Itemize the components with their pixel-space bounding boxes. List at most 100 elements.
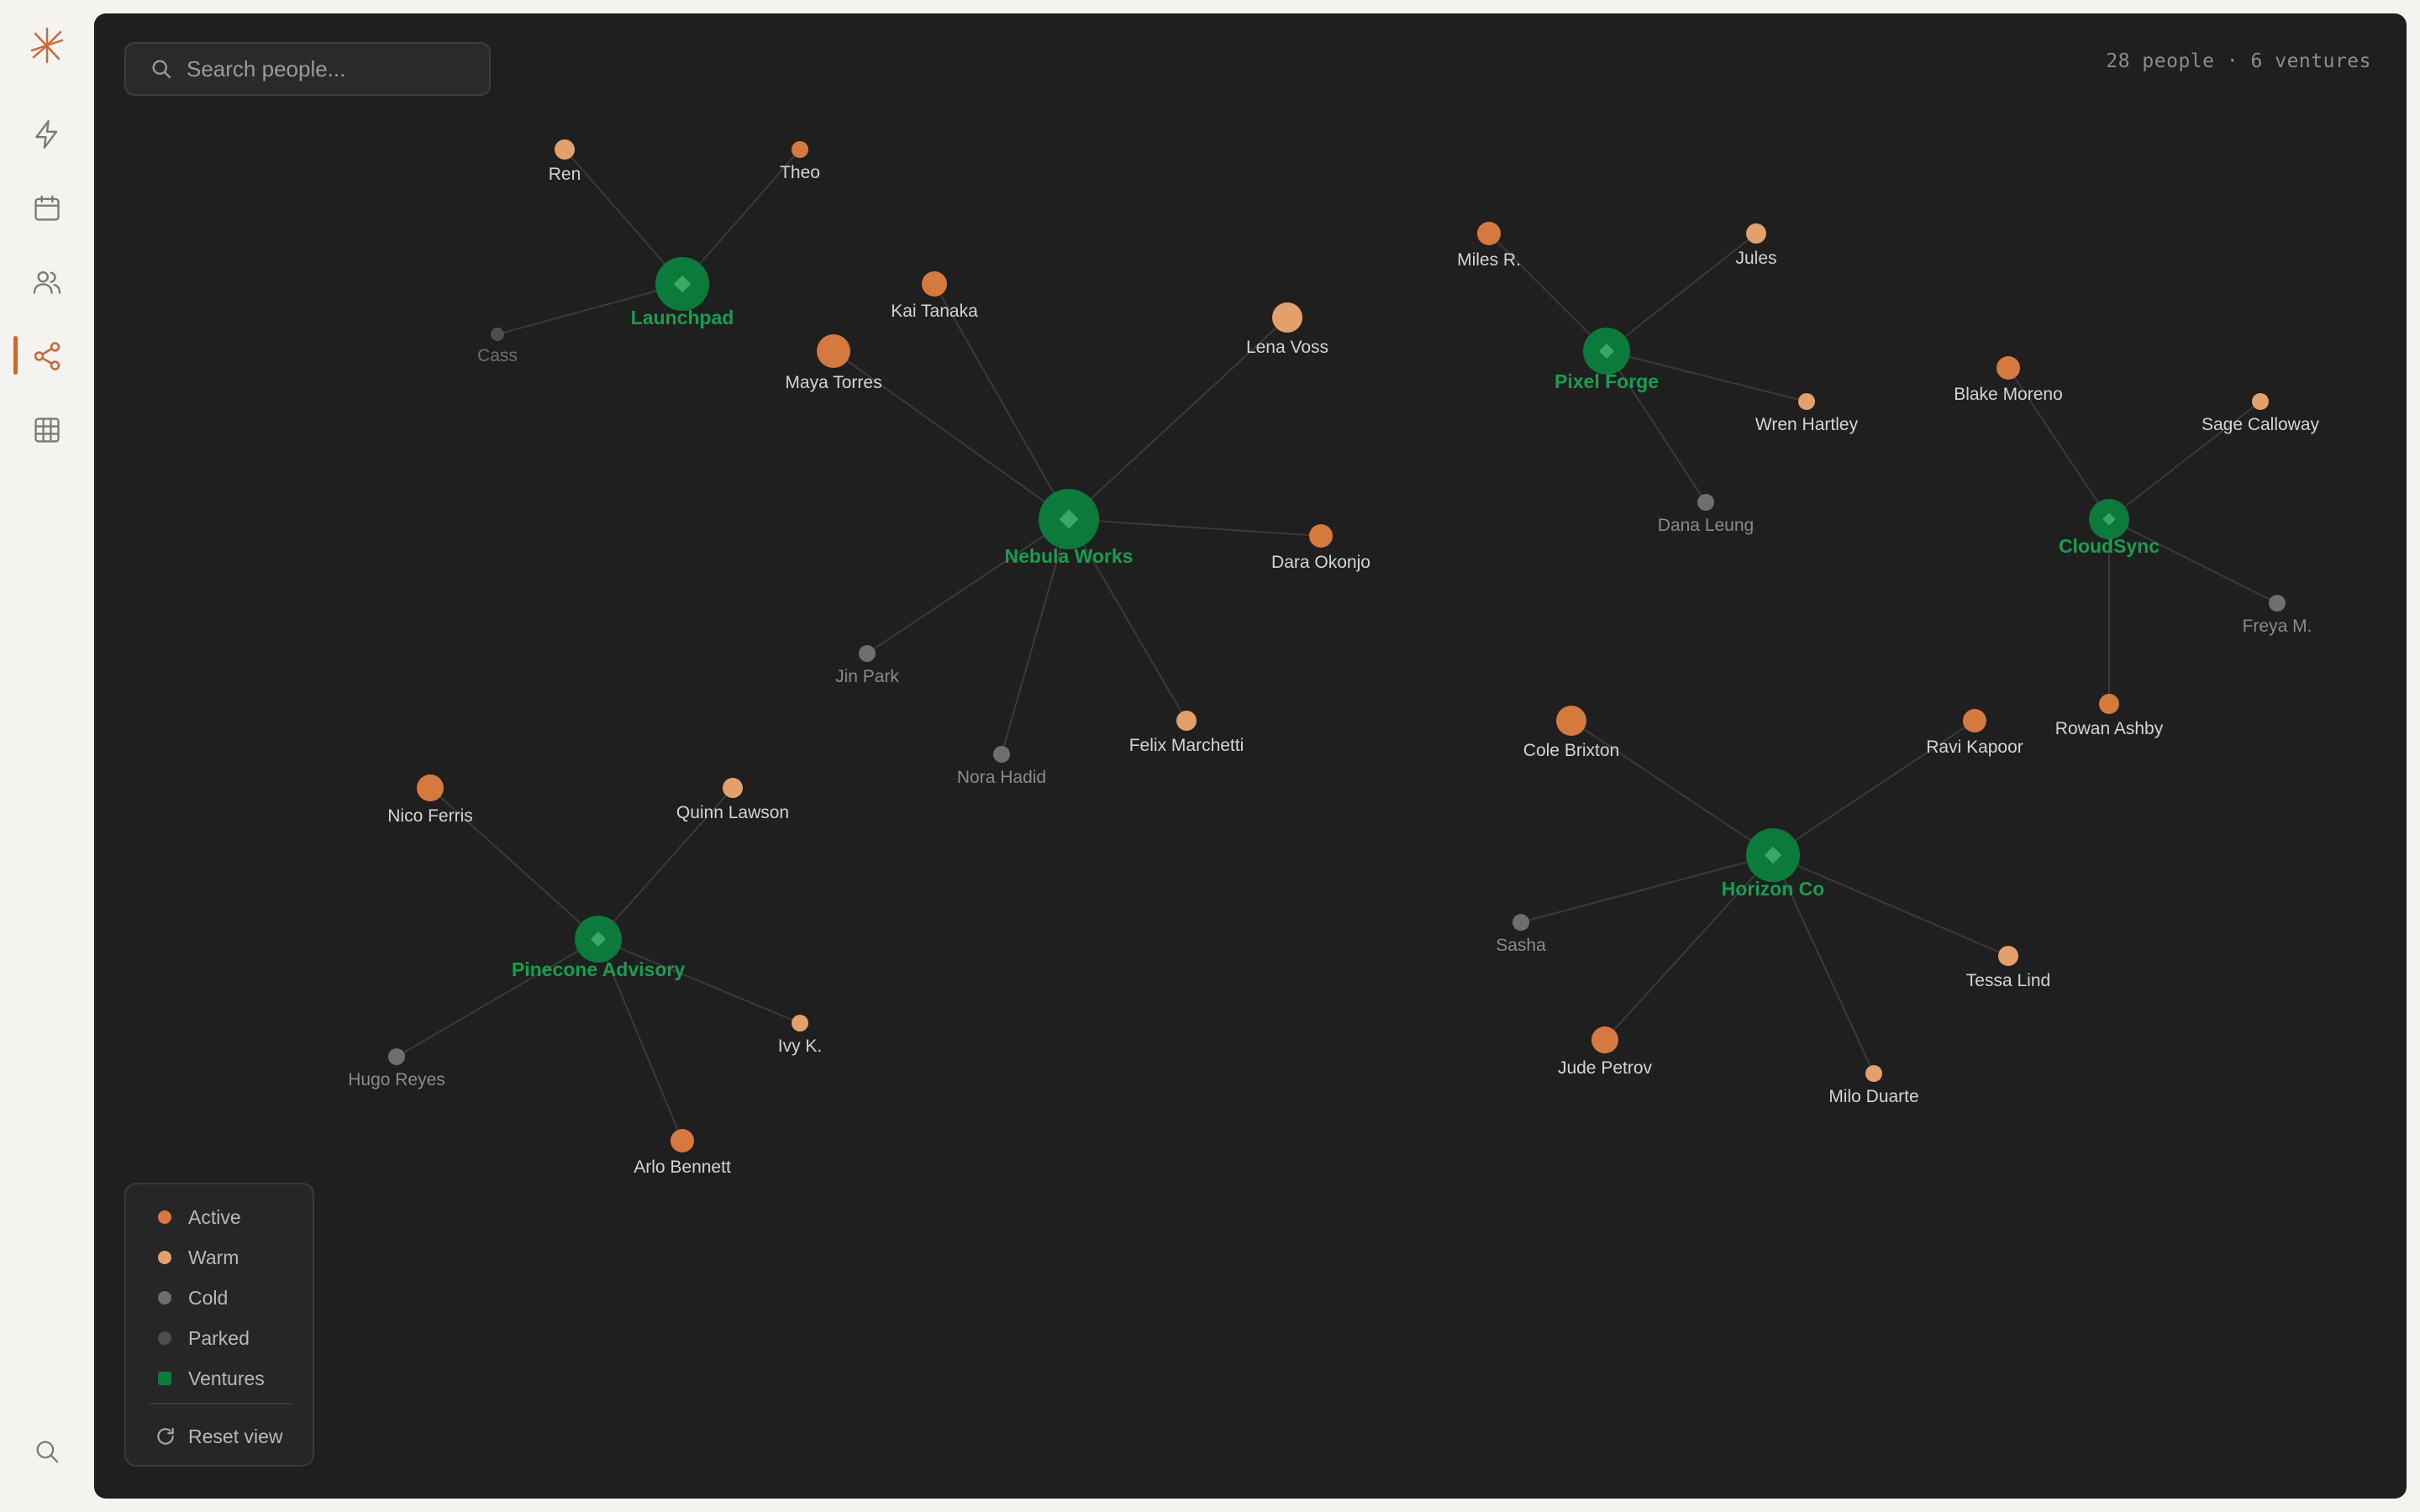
person-node[interactable]: Theo xyxy=(780,141,820,182)
person-node[interactable]: Nico Ferris xyxy=(387,774,473,826)
graph-edge xyxy=(396,938,599,1058)
person-node[interactable]: Hugo Reyes xyxy=(348,1048,445,1089)
person-node-label: Cole Brixton xyxy=(1523,741,1619,760)
person-node[interactable]: Nora Hadid xyxy=(957,746,1046,787)
venture-node-label: Horizon Co xyxy=(1722,878,1825,900)
person-node-dot[interactable] xyxy=(2269,595,2286,612)
person-node-dot[interactable] xyxy=(1176,711,1197,731)
person-node-dot[interactable] xyxy=(417,774,444,801)
person-node[interactable]: Quinn Lawson xyxy=(676,778,789,822)
person-node[interactable]: Sasha xyxy=(1496,914,1546,955)
legend-dot xyxy=(158,1251,171,1264)
person-node-dot[interactable] xyxy=(2252,393,2269,410)
person-node[interactable]: Jin Park xyxy=(835,645,899,686)
sidebar-item-table[interactable] xyxy=(24,407,71,454)
person-node[interactable]: Maya Torres xyxy=(785,334,882,392)
person-node[interactable]: Blake Moreno xyxy=(1954,356,2063,404)
person-node-dot[interactable] xyxy=(792,141,808,158)
legend-item-cold: Cold xyxy=(158,1285,228,1310)
sidebar-search-button[interactable] xyxy=(24,1428,71,1475)
person-node-dot[interactable] xyxy=(723,778,743,798)
person-node-dot[interactable] xyxy=(1963,709,1986,732)
search-box[interactable] xyxy=(124,42,491,96)
person-node-dot[interactable] xyxy=(388,1048,405,1065)
person-node-dot[interactable] xyxy=(491,328,504,341)
reset-view-button[interactable]: Reset view xyxy=(155,1421,282,1452)
person-node-label: Ravi Kapoor xyxy=(1926,738,2023,757)
legend-square xyxy=(158,1372,171,1385)
sidebar-item-activity[interactable] xyxy=(24,111,71,158)
person-node-dot[interactable] xyxy=(671,1129,694,1152)
person-node-label: Dana Leung xyxy=(1658,516,1754,535)
person-node[interactable]: Arlo Bennett xyxy=(634,1129,731,1177)
legend-dot xyxy=(158,1210,171,1224)
person-node[interactable]: Ravi Kapoor xyxy=(1926,709,2023,757)
person-node[interactable]: Wren Hartley xyxy=(1755,393,1859,434)
person-node-dot[interactable] xyxy=(1697,494,1714,511)
person-node-dot[interactable] xyxy=(1996,356,2020,380)
person-node-label: Hugo Reyes xyxy=(348,1070,445,1089)
person-node-label: Felix Marchetti xyxy=(1129,736,1244,755)
search-input[interactable] xyxy=(185,55,474,83)
sidebar-item-network[interactable] xyxy=(24,333,71,380)
person-node[interactable]: Felix Marchetti xyxy=(1129,711,1244,755)
person-node-dot[interactable] xyxy=(1798,393,1815,410)
refresh-icon xyxy=(157,1427,174,1445)
person-node-dot[interactable] xyxy=(1591,1026,1618,1053)
share-icon xyxy=(34,342,60,370)
person-node-dot[interactable] xyxy=(1512,914,1529,931)
person-node-dot[interactable] xyxy=(859,645,876,662)
person-node-label: Jules xyxy=(1735,249,1776,268)
person-node-dot[interactable] xyxy=(1746,223,1766,244)
venture-node[interactable]: Launchpad xyxy=(631,257,734,328)
person-node-dot[interactable] xyxy=(1998,946,2018,966)
person-node-dot[interactable] xyxy=(1556,706,1586,736)
venture-node[interactable]: CloudSync xyxy=(2059,499,2160,557)
person-node-label: Theo xyxy=(780,163,820,182)
person-node[interactable]: Jude Petrov xyxy=(1558,1026,1653,1078)
person-node-label: Rowan Ashby xyxy=(2055,719,2164,738)
person-node-dot[interactable] xyxy=(1865,1065,1882,1082)
person-node[interactable]: Ivy K. xyxy=(778,1015,823,1056)
person-node[interactable]: Tessa Lind xyxy=(1966,946,2050,990)
person-node-dot[interactable] xyxy=(792,1015,808,1032)
sidebar-active-indicator xyxy=(13,336,18,375)
person-node[interactable]: Freya M. xyxy=(2243,595,2312,636)
person-node[interactable]: Rowan Ashby xyxy=(2055,694,2164,738)
person-node-label: Freya M. xyxy=(2243,617,2312,636)
person-node-dot[interactable] xyxy=(555,139,575,160)
person-node[interactable]: Milo Duarte xyxy=(1828,1065,1919,1106)
person-node[interactable]: Cass xyxy=(477,328,518,365)
person-node-dot[interactable] xyxy=(993,746,1010,763)
person-node[interactable]: Kai Tanaka xyxy=(891,271,978,321)
venture-node[interactable]: Nebula Works xyxy=(1005,489,1134,567)
person-node-dot[interactable] xyxy=(1477,222,1501,245)
person-node-dot[interactable] xyxy=(922,271,947,297)
person-node[interactable]: Sage Calloway xyxy=(2202,393,2320,434)
person-node-dot[interactable] xyxy=(2099,694,2119,714)
person-node[interactable]: Dana Leung xyxy=(1658,494,1754,535)
network-graph[interactable]: Ren Theo Cass Kai Tanaka Maya Torres Lena Vos… xyxy=(94,13,2407,1499)
person-node-label: Dara Okonjo xyxy=(1271,553,1370,572)
person-node-dot[interactable] xyxy=(817,334,850,368)
person-node-label: Cass xyxy=(477,346,518,365)
sidebar-item-calendar[interactable] xyxy=(24,185,71,232)
graph-edge xyxy=(1068,518,1322,537)
person-node[interactable]: Lena Voss xyxy=(1246,302,1328,357)
venture-node-label: Nebula Works xyxy=(1005,545,1134,567)
person-node[interactable]: Miles R. xyxy=(1457,222,1521,270)
logo-icon[interactable] xyxy=(27,25,67,66)
network-canvas[interactable]: Ren Theo Cass Kai Tanaka Maya Torres Lena Vos… xyxy=(94,13,2407,1499)
person-node-dot[interactable] xyxy=(1272,302,1302,333)
sidebar-item-people[interactable] xyxy=(24,259,71,306)
person-node-label: Kai Tanaka xyxy=(891,302,978,321)
legend-item-ventures: Ventures xyxy=(158,1366,265,1391)
venture-node[interactable]: Pinecone Advisory xyxy=(512,916,685,980)
person-node-dot[interactable] xyxy=(1309,524,1333,548)
graph-edge xyxy=(2108,518,2278,604)
person-node[interactable]: Dara Okonjo xyxy=(1271,524,1370,572)
legend-item-warm: Warm xyxy=(158,1245,239,1270)
person-node[interactable]: Cole Brixton xyxy=(1523,706,1619,760)
venture-node-label: Launchpad xyxy=(631,307,734,328)
person-node-label: Arlo Bennett xyxy=(634,1158,731,1177)
